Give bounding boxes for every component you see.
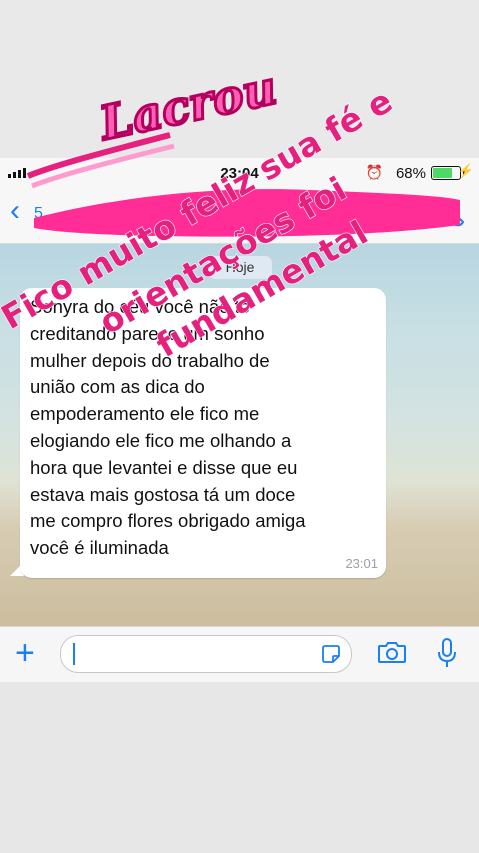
message-bubble[interactable]: Sonyra do céu você não tô creditando par… xyxy=(20,288,386,578)
charging-icon: ⚡ xyxy=(457,163,474,178)
text-caret xyxy=(73,643,75,665)
sticker-icon[interactable] xyxy=(321,644,341,664)
back-count[interactable]: 5 xyxy=(34,205,43,223)
chat-background: Hoje Sonyra do céu você não tô creditand… xyxy=(0,244,479,626)
back-button[interactable]: ‹ xyxy=(10,196,20,226)
camera-icon[interactable] xyxy=(377,640,407,664)
alarm-icon: ⏰ xyxy=(365,164,383,180)
input-bar: + xyxy=(0,626,479,682)
chat-header: ‹ 5 xyxy=(0,188,479,244)
story-bottom-area xyxy=(0,682,479,853)
whatsapp-screenshot: 23:04 ⏰ 68% ⚡ ‹ 5 Hoje Sonyra do céu voc… xyxy=(0,158,479,682)
message-time: 23:01 xyxy=(345,556,378,571)
story-top-area xyxy=(0,0,479,160)
message-input[interactable] xyxy=(60,635,352,673)
plus-icon[interactable]: + xyxy=(15,633,35,673)
status-bar: 23:04 ⏰ 68% ⚡ xyxy=(0,158,479,188)
battery-icon xyxy=(431,166,465,180)
date-chip: Hoje xyxy=(208,256,272,279)
battery-percentage: 68% xyxy=(395,165,426,182)
phone-call-icon[interactable] xyxy=(437,198,465,228)
message-text: Sonyra do céu você não tô creditando par… xyxy=(30,296,306,559)
microphone-icon[interactable] xyxy=(436,637,458,669)
